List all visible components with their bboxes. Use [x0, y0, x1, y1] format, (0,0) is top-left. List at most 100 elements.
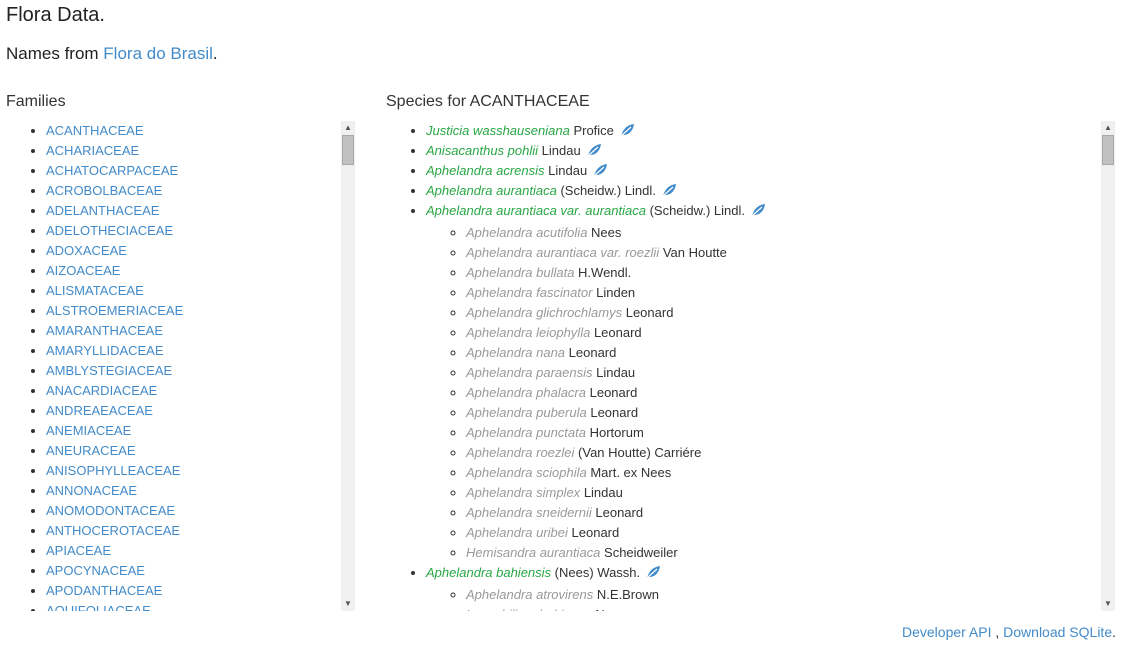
species-author: (Nees) Wassh. [554, 565, 641, 580]
scroll-up-arrow-icon[interactable]: ▲ [341, 121, 355, 135]
synonym-name: Aphelandra uribei [466, 525, 568, 540]
family-link[interactable]: AMARYLLIDACEAE [46, 343, 164, 358]
leaf-icon[interactable] [587, 143, 602, 163]
developer-api-link[interactable]: Developer API [902, 624, 992, 640]
species-author: (Scheidw.) Lindl. [560, 183, 656, 198]
synonym-name: Aphelandra acutifolia [466, 225, 588, 240]
leaf-icon[interactable] [662, 183, 677, 203]
family-link[interactable]: AQUIFOLIACEAE [46, 603, 151, 611]
footer: Developer API , Download SQLite. [902, 622, 1116, 642]
synonym-author: Lindau [596, 365, 636, 380]
scroll-thumb[interactable] [1102, 135, 1114, 165]
family-list-item: AMARYLLIDACEAE [46, 341, 341, 361]
synonym-name: Lagochilium bahiense [466, 607, 592, 611]
leaf-icon[interactable] [646, 565, 661, 585]
synonym-item: Lagochilium bahiense Nees [466, 605, 1101, 611]
family-link[interactable]: ADELANTHACEAE [46, 203, 159, 218]
family-link[interactable]: AMBLYSTEGIACEAE [46, 363, 172, 378]
footer-separator: , [991, 624, 1004, 640]
families-scrollbar[interactable]: ▲ ▼ [341, 121, 355, 611]
family-link[interactable]: ACANTHACEAE [46, 123, 144, 138]
species-list: Justicia wasshauseniana Profice Anisacant… [386, 121, 1101, 611]
species-item: Aphelandra acrensis Lindau [426, 161, 1101, 181]
family-link[interactable]: ADELOTHECIACEAE [46, 223, 173, 238]
scroll-down-arrow-icon[interactable]: ▼ [1101, 597, 1115, 611]
synonym-name: Aphelandra simplex [466, 485, 581, 500]
leaf-icon[interactable] [751, 203, 766, 223]
synonym-author: Leonard [571, 525, 620, 540]
family-link[interactable]: ALSTROEMERIACEAE [46, 303, 183, 318]
family-link[interactable]: AIZOACEAE [46, 263, 120, 278]
family-link[interactable]: AMARANTHACEAE [46, 323, 163, 338]
synonym-item: Aphelandra simplex Lindau [466, 483, 1101, 503]
family-link[interactable]: ANISOPHYLLEACEAE [46, 463, 180, 478]
synonym-item: Aphelandra sneidernii Leonard [466, 503, 1101, 523]
download-sqlite-link[interactable]: Download SQLite [1003, 624, 1112, 640]
family-list-item: ANOMODONTACEAE [46, 501, 341, 521]
family-list-item: AIZOACEAE [46, 261, 341, 281]
family-link[interactable]: ANACARDIACEAE [46, 383, 157, 398]
scroll-up-arrow-icon[interactable]: ▲ [1101, 121, 1115, 135]
synonym-name: Aphelandra puberula [466, 405, 587, 420]
synonym-author: Hortorum [589, 425, 644, 440]
family-list-item: ADOXACEAE [46, 241, 341, 261]
family-link[interactable]: ANNONACEAE [46, 483, 137, 498]
family-link[interactable]: ALISMATACEAE [46, 283, 144, 298]
synonym-name: Aphelandra glichrochlamys [466, 305, 623, 320]
species-item: Aphelandra aurantiaca (Scheidw.) Lindl. [426, 181, 1101, 201]
species-name[interactable]: Justicia wasshauseniana [426, 123, 570, 138]
species-author: Profice [573, 123, 614, 138]
synonym-author: Leonard [593, 325, 642, 340]
family-link[interactable]: APODANTHACEAE [46, 583, 162, 598]
synonym-item: Aphelandra acutifolia Nees [466, 223, 1101, 243]
family-link[interactable]: ANOMODONTACEAE [46, 503, 175, 518]
species-name[interactable]: Anisacanthus pohlii [426, 143, 538, 158]
page-title: Flora Data. [6, 4, 105, 26]
family-list-item: ANEURACEAE [46, 441, 341, 461]
synonym-item: Aphelandra uribei Leonard [466, 523, 1101, 543]
species-name[interactable]: Aphelandra acrensis [426, 163, 545, 178]
synonym-name: Aphelandra roezlei [466, 445, 575, 460]
family-link[interactable]: ACHATOCARPACEAE [46, 163, 178, 178]
family-link[interactable]: ANEURACEAE [46, 443, 136, 458]
family-list-item: APIACEAE [46, 541, 341, 561]
families-list-pane[interactable]: ACANTHACEAE ACHARIACEAE ACHATOCARPACEAE ACR… [6, 121, 341, 611]
footer-end: . [1112, 624, 1116, 640]
family-link[interactable]: ADOXACEAE [46, 243, 127, 258]
family-link[interactable]: APIACEAE [46, 543, 111, 558]
scroll-thumb[interactable] [342, 135, 354, 165]
family-link[interactable]: ANEMIACEAE [46, 423, 131, 438]
family-link[interactable]: ANTHOCEROTACEAE [46, 523, 180, 538]
scroll-down-arrow-icon[interactable]: ▼ [341, 597, 355, 611]
synonym-item: Hemisandra aurantiaca Scheidweiler [466, 543, 1101, 563]
flora-do-brasil-link[interactable]: Flora do Brasil [103, 44, 213, 63]
species-scrollbar[interactable]: ▲ ▼ [1101, 121, 1115, 611]
synonym-item: Aphelandra sciophila Mart. ex Nees [466, 463, 1101, 483]
family-list-item: APODANTHACEAE [46, 581, 341, 601]
species-author: Lindau [548, 163, 588, 178]
synonym-list: Aphelandra atrovirens N.E.BrownLagochili… [426, 585, 1101, 611]
synonym-name: Aphelandra punctata [466, 425, 586, 440]
synonym-name: Aphelandra nana [466, 345, 566, 360]
synonym-item: Aphelandra phalacra Leonard [466, 383, 1101, 403]
synonym-item: Aphelandra bullata H.Wendl. [466, 263, 1101, 283]
synonym-author: Scheidweiler [604, 545, 678, 560]
synonym-item: Aphelandra nana Leonard [466, 343, 1101, 363]
species-name[interactable]: Aphelandra aurantiaca var. aurantiaca [426, 203, 646, 218]
species-item: Aphelandra aurantiaca var. aurantiaca (S… [426, 201, 1101, 563]
synonym-author: Leonard [589, 385, 638, 400]
family-link[interactable]: ACROBOLBACEAE [46, 183, 162, 198]
leaf-icon[interactable] [620, 123, 635, 143]
synonym-list: Aphelandra acutifolia NeesAphelandra aur… [426, 223, 1101, 563]
species-name[interactable]: Aphelandra aurantiaca [426, 183, 557, 198]
synonym-item: Aphelandra aurantiaca var. roezlii Van H… [466, 243, 1101, 263]
synonym-item: Aphelandra puberula Leonard [466, 403, 1101, 423]
synonym-author: Leonard [625, 305, 674, 320]
family-link[interactable]: ACHARIACEAE [46, 143, 139, 158]
family-link[interactable]: APOCYNACEAE [46, 563, 145, 578]
family-link[interactable]: ANDREAEACEAE [46, 403, 153, 418]
species-name[interactable]: Aphelandra bahiensis [426, 565, 551, 580]
leaf-icon[interactable] [593, 163, 608, 183]
synonym-name: Aphelandra leiophylla [466, 325, 591, 340]
species-list-pane[interactable]: Justicia wasshauseniana Profice Anisacant… [386, 121, 1101, 611]
